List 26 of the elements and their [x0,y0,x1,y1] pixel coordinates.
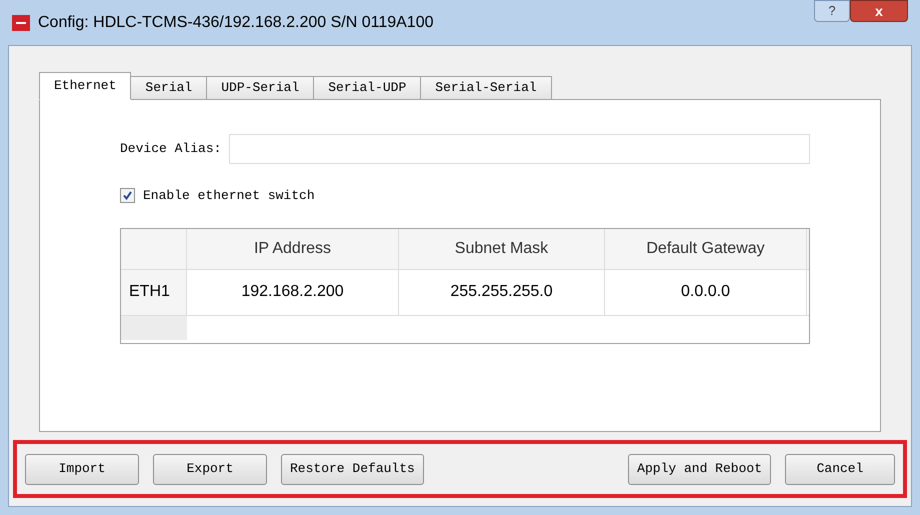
app-logo-icon [12,14,30,30]
row-header [121,316,187,340]
tab[interactable]: UDP-Serial [206,76,314,100]
window-title: Config: HDLC-TCMS-436/192.168.2.200 S/N 0119A100 [38,12,434,32]
column-header: Default Gateway [605,228,807,268]
tab[interactable]: Serial-Serial [420,76,552,100]
help-button[interactable]: ? [814,0,850,22]
row-header: ETH1 [121,270,187,314]
checkbox[interactable] [120,188,135,204]
tab[interactable]: Serial [130,76,208,100]
column-header: IP Address [187,228,399,268]
action-button[interactable]: Restore Defaults [281,454,424,484]
tab[interactable]: Ethernet [39,72,132,100]
tab[interactable]: Serial-UDP [313,76,422,100]
column-header: Subnet Mask [399,228,605,268]
table-cell: 0.0.0.0 [605,270,807,314]
action-button[interactable]: Cancel [785,454,895,484]
action-button[interactable]: Export [153,454,267,484]
table-cell: 255.255.255.0 [399,270,605,314]
device-alias-field[interactable] [229,134,810,164]
action-button[interactable]: Import [25,454,139,484]
table-cell: 192.168.2.200 [187,270,399,314]
checkbox-label: Enable ethernet switch [143,187,315,205]
field-label: Device Alias: [120,140,222,158]
close-button[interactable]: x [850,0,908,22]
action-button[interactable]: Apply and Reboot [628,454,771,484]
